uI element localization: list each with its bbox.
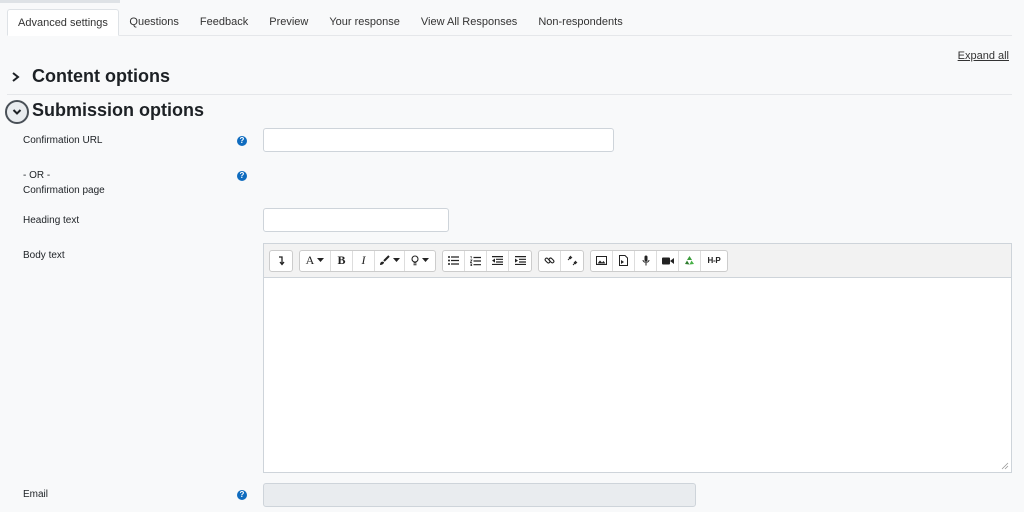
unordered-list-button[interactable] bbox=[443, 250, 465, 271]
body-text-editor[interactable]: A B I H-P bbox=[263, 243, 1012, 473]
ordered-list-icon bbox=[470, 255, 481, 266]
video-camera-icon bbox=[661, 257, 674, 264]
section-divider bbox=[7, 94, 1012, 95]
collapse-section-button[interactable] bbox=[5, 100, 29, 124]
help-icon[interactable]: ? bbox=[237, 171, 247, 181]
indent-icon bbox=[514, 256, 526, 265]
tab-view-all-responses[interactable]: View All Responses bbox=[410, 9, 527, 35]
h5p-icon: H-P bbox=[707, 256, 721, 265]
heading-text-input[interactable] bbox=[263, 208, 449, 232]
paintbrush-icon bbox=[380, 255, 390, 265]
microphone-icon bbox=[642, 255, 649, 266]
chevron-right-icon[interactable] bbox=[11, 70, 23, 84]
record-video-button[interactable] bbox=[657, 250, 679, 271]
toolbar-group-links bbox=[538, 249, 584, 272]
tab-your-response[interactable]: Your response bbox=[319, 9, 411, 35]
help-icon[interactable]: ? bbox=[237, 490, 247, 500]
indent-button[interactable] bbox=[509, 251, 531, 271]
heading-text-label: Heading text bbox=[23, 215, 80, 226]
expand-all-link[interactable]: Expand all bbox=[958, 50, 1009, 62]
unordered-list-icon bbox=[448, 256, 459, 265]
outdent-icon bbox=[492, 256, 503, 265]
italic-icon: I bbox=[361, 253, 366, 267]
italic-button[interactable]: I bbox=[353, 250, 375, 271]
file-icon bbox=[619, 255, 628, 266]
record-audio-button[interactable] bbox=[635, 250, 657, 271]
caret-down-icon bbox=[422, 258, 429, 262]
content-bank-button[interactable] bbox=[679, 250, 701, 271]
caret-down-icon bbox=[317, 258, 325, 262]
email-input[interactable] bbox=[263, 483, 696, 507]
resize-handle-icon[interactable] bbox=[1001, 462, 1009, 470]
tab-questions[interactable]: Questions bbox=[119, 9, 190, 35]
confirmation-url-input[interactable] bbox=[263, 128, 614, 152]
body-text-label: Body text bbox=[23, 250, 65, 261]
highlight-button[interactable] bbox=[405, 251, 435, 271]
image-icon bbox=[596, 256, 607, 265]
show-more-buttons-icon[interactable] bbox=[270, 251, 292, 271]
toolbar-group-media: H-P bbox=[590, 249, 728, 272]
confirmation-page-label: Confirmation page bbox=[23, 185, 105, 196]
tab-preview[interactable]: Preview bbox=[259, 9, 319, 35]
unlink-icon bbox=[567, 255, 577, 266]
email-label: Email bbox=[23, 489, 49, 500]
link-button[interactable] bbox=[539, 250, 561, 271]
section-heading-content-options[interactable]: Content options bbox=[32, 66, 170, 87]
insert-h5p-button[interactable]: H-P bbox=[701, 251, 727, 271]
chevron-down-icon bbox=[12, 109, 22, 115]
bold-icon: B bbox=[337, 253, 346, 267]
tab-non-respondents[interactable]: Non-respondents bbox=[528, 9, 633, 35]
editor-toolbar: A B I H-P bbox=[264, 244, 1011, 278]
lightbulb-icon bbox=[411, 255, 419, 266]
tab-advanced-settings[interactable]: Advanced settings bbox=[7, 9, 119, 36]
insert-media-button[interactable] bbox=[613, 250, 635, 271]
bold-button[interactable]: B bbox=[331, 250, 353, 271]
top-strip bbox=[0, 0, 120, 3]
or-label: - OR - bbox=[23, 170, 51, 181]
ordered-list-button[interactable] bbox=[465, 250, 487, 271]
toolbar-group-style: A B I bbox=[299, 249, 436, 272]
toolbar-group-lists bbox=[442, 249, 532, 272]
outdent-button[interactable] bbox=[487, 250, 509, 271]
caret-down-icon bbox=[393, 258, 400, 262]
tab-feedback[interactable]: Feedback bbox=[189, 9, 258, 35]
toolbar-group-collapse bbox=[269, 249, 293, 272]
section-heading-submission-options[interactable]: Submission options bbox=[32, 100, 204, 121]
recycle-icon bbox=[685, 256, 694, 265]
paragraph-styles-button[interactable]: A bbox=[300, 250, 331, 271]
confirmation-url-label: Confirmation URL bbox=[23, 135, 103, 146]
tab-bar: Advanced settings Questions Feedback Pre… bbox=[7, 9, 1012, 36]
link-icon bbox=[544, 257, 555, 264]
font-color-button[interactable] bbox=[375, 250, 405, 271]
font-icon: A bbox=[305, 253, 315, 267]
unlink-button[interactable] bbox=[561, 251, 583, 271]
insert-image-button[interactable] bbox=[591, 250, 613, 271]
help-icon[interactable]: ? bbox=[237, 136, 247, 146]
